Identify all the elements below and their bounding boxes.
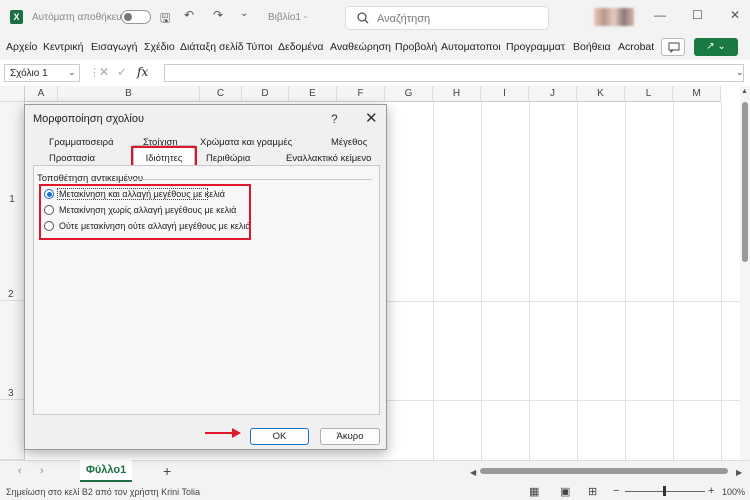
minimize-icon[interactable]: — xyxy=(654,8,666,22)
next-sheet-icon[interactable]: › xyxy=(40,465,44,477)
normal-view-icon[interactable]: ▦ xyxy=(529,485,539,498)
annotation-arrow-line xyxy=(205,432,233,434)
insert-function-icon[interactable]: fx xyxy=(137,65,148,79)
scroll-right-icon[interactable]: ▶ xyxy=(736,468,742,477)
menu-view[interactable]: Προβολή xyxy=(395,41,437,53)
row-header-label: 2 xyxy=(8,289,14,300)
options-highlight xyxy=(39,184,251,240)
search-icon xyxy=(357,12,369,24)
tab-size[interactable]: Μέγεθος xyxy=(331,137,367,148)
menu-help[interactable]: Βοήθεια xyxy=(573,41,611,53)
expand-formula-icon[interactable]: ⌄ xyxy=(736,67,744,78)
undo-icon[interactable]: ↶ xyxy=(184,8,194,22)
customize-toolbar-icon[interactable]: ⌄ xyxy=(240,8,248,19)
status-text: Σημείωση στο κελί B2 από τον χρήστη Krin… xyxy=(6,487,201,497)
search-placeholder: Αναζήτηση xyxy=(377,13,431,25)
column-header[interactable]: L xyxy=(625,86,673,102)
prev-sheet-icon[interactable]: ‹ xyxy=(18,465,22,477)
row-header[interactable]: 1 xyxy=(0,102,25,301)
column-header[interactable]: M xyxy=(673,86,721,102)
ok-button[interactable]: OK xyxy=(250,428,309,445)
vertical-scrollbar[interactable]: ▲ xyxy=(740,86,750,460)
menu-draw[interactable]: Σχέδιο xyxy=(144,41,175,53)
row-header-label: 3 xyxy=(8,388,14,399)
menu-acrobat[interactable]: Acrobat xyxy=(618,41,654,53)
properties-tab-highlight xyxy=(131,146,197,167)
column-header[interactable]: D xyxy=(242,86,289,102)
enter-formula-icon[interactable]: ✓ xyxy=(117,65,127,79)
column-header[interactable]: B xyxy=(58,86,200,102)
dialog-close-icon[interactable]: ✕ xyxy=(365,109,378,127)
menu-home[interactable]: Κεντρική xyxy=(43,41,83,53)
column-header[interactable]: J xyxy=(529,86,577,102)
zoom-slider-thumb[interactable] xyxy=(663,486,666,496)
redo-icon[interactable]: ↷ xyxy=(213,8,223,22)
autosave-label: Αυτόματη αποθήκευση xyxy=(32,12,134,23)
column-header[interactable]: C xyxy=(200,86,242,102)
add-sheet-button[interactable]: + xyxy=(163,463,171,479)
column-header[interactable]: I xyxy=(481,86,529,102)
scroll-up-icon[interactable]: ▲ xyxy=(741,88,748,95)
column-header[interactable]: A xyxy=(25,86,58,102)
name-box-dropdown-icon[interactable]: ⌄ xyxy=(68,67,76,78)
comments-button[interactable] xyxy=(661,38,685,56)
autosave-toggle[interactable] xyxy=(121,10,151,24)
save-icon[interactable]: 🖫 xyxy=(160,9,170,30)
scroll-thumb[interactable] xyxy=(742,102,748,262)
menu-insert[interactable]: Εισαγωγή xyxy=(91,41,137,53)
zoom-in-icon[interactable]: + xyxy=(708,485,714,497)
ribbon-menu: Αρχείο Κεντρική Εισαγωγή Σχέδιο Διάταξη … xyxy=(0,34,750,60)
excel-logo: X xyxy=(10,10,23,24)
row-header[interactable]: 3 xyxy=(0,388,25,460)
zoom-level[interactable]: 100% xyxy=(722,487,745,497)
document-title: Βιβλίο1 - xyxy=(268,12,308,23)
tab-font[interactable]: Γραμματοσειρά xyxy=(49,137,114,148)
menu-automate[interactable]: Αυτοματοποι xyxy=(441,41,501,53)
menu-developer[interactable]: Προγραμματ xyxy=(506,41,565,53)
window-close-icon[interactable]: ✕ xyxy=(730,8,740,22)
help-button[interactable]: ? xyxy=(331,112,338,126)
maximize-icon[interactable]: ☐ xyxy=(692,8,703,22)
comment-icon xyxy=(668,42,680,53)
page-break-view-icon[interactable]: ⊞ xyxy=(588,485,597,498)
menu-data[interactable]: Δεδομένα xyxy=(278,41,323,53)
menu-file[interactable]: Αρχείο xyxy=(6,41,37,53)
sheet-tab-active[interactable]: Φύλλο1 xyxy=(80,460,132,482)
menu-review[interactable]: Αναθεώρηση xyxy=(330,41,391,53)
column-header[interactable]: G xyxy=(385,86,433,102)
group-divider xyxy=(125,179,372,180)
column-header[interactable]: E xyxy=(289,86,337,102)
tab-alt-text[interactable]: Εναλλακτικό κείμενο xyxy=(286,153,371,164)
dialog-title: Μορφοποίηση σχολίου xyxy=(33,113,144,125)
share-button[interactable]: ↗ ⌄ xyxy=(694,38,738,56)
column-header[interactable]: F xyxy=(337,86,385,102)
zoom-out-icon[interactable]: − xyxy=(613,485,619,497)
annotation-arrow-head xyxy=(232,428,241,438)
cancel-formula-icon[interactable]: ✕ xyxy=(99,65,109,79)
tab-colors-and-lines[interactable]: Χρώματα και γραμμές xyxy=(200,137,292,148)
scroll-left-icon[interactable]: ◀ xyxy=(470,468,476,477)
format-comment-dialog: Μορφοποίηση σχολίου ? ✕ Γραμματοσειρά Στ… xyxy=(24,104,387,450)
search-box[interactable]: Αναζήτηση xyxy=(345,6,549,30)
formula-input[interactable] xyxy=(164,64,744,82)
select-all-corner[interactable] xyxy=(0,86,25,102)
page-layout-view-icon[interactable]: ▣ xyxy=(560,485,570,498)
row-header[interactable]: 2 xyxy=(0,289,25,400)
profile-avatar[interactable] xyxy=(594,8,634,26)
cancel-button[interactable]: Άκυρο xyxy=(320,428,380,445)
menu-page-layout[interactable]: Διάταξη σελίδ xyxy=(180,41,244,53)
column-header[interactable]: K xyxy=(577,86,625,102)
tab-margins[interactable]: Περιθώρια xyxy=(206,153,250,164)
menu-formulas[interactable]: Τύποι xyxy=(246,41,273,53)
column-header[interactable]: H xyxy=(433,86,481,102)
horizontal-scroll-thumb[interactable] xyxy=(480,468,728,474)
tab-protection[interactable]: Προστασία xyxy=(49,153,95,164)
